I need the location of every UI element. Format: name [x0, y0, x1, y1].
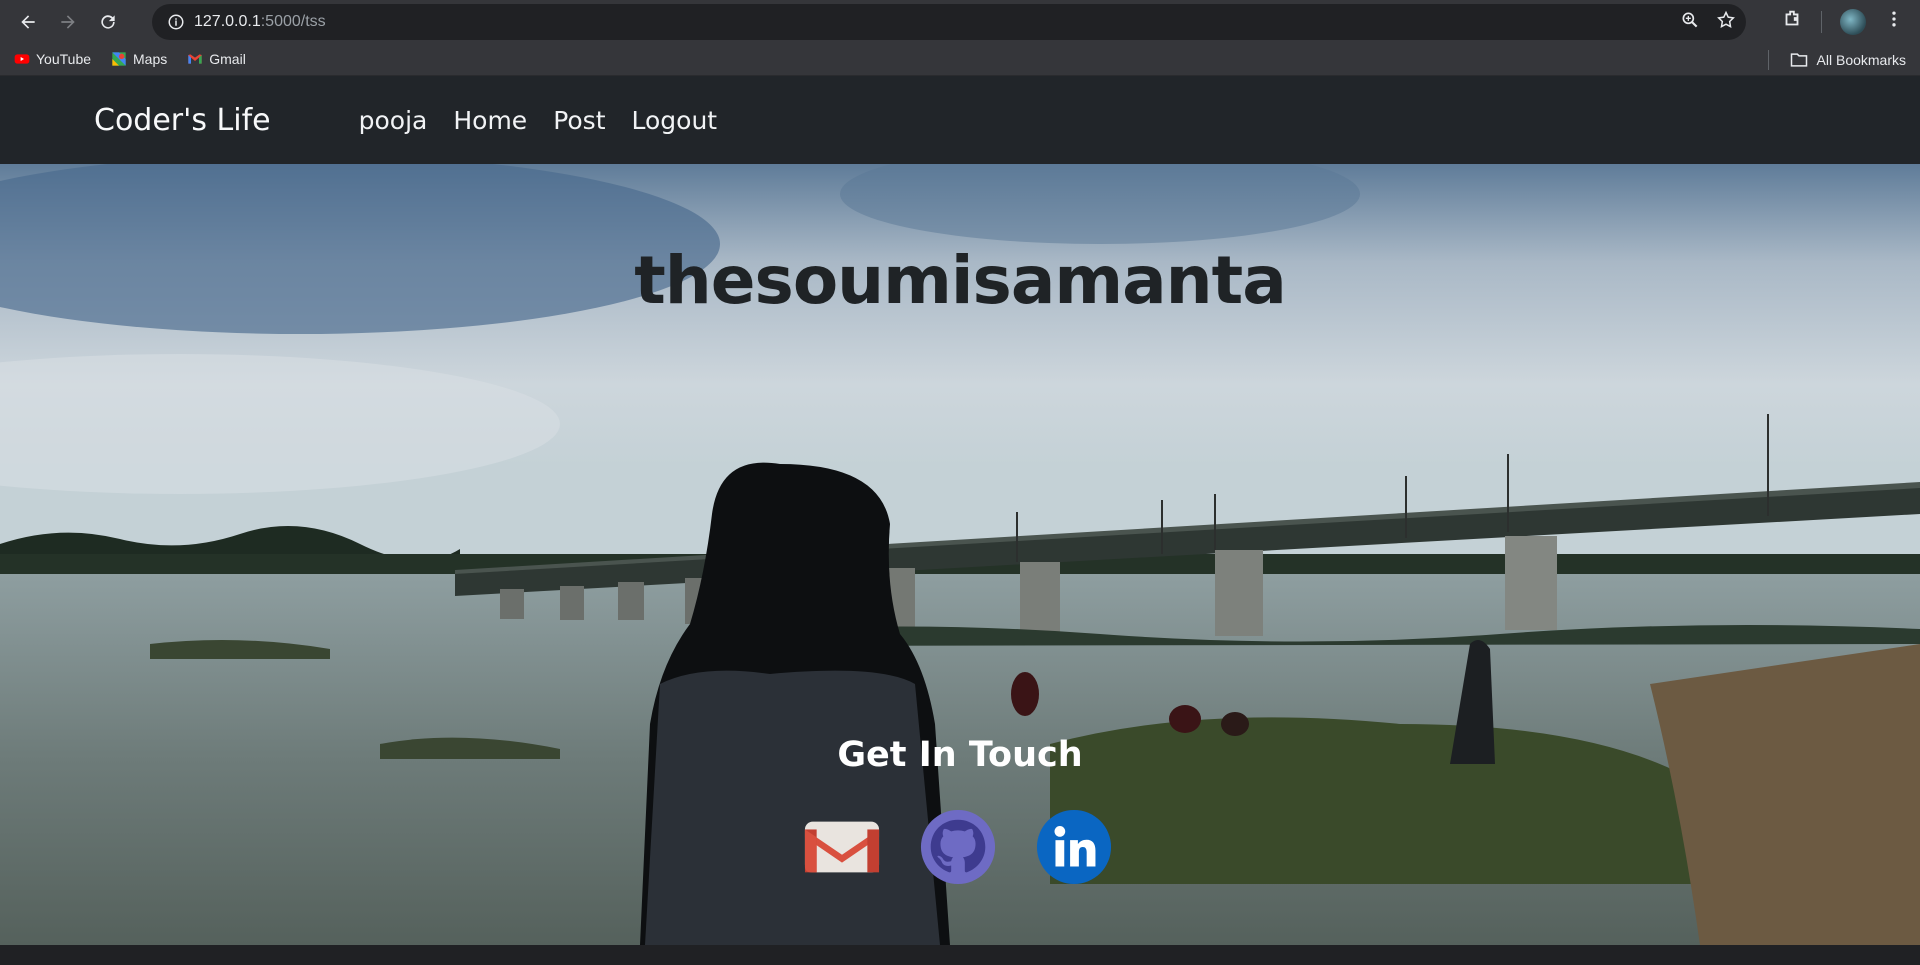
- site-brand[interactable]: Coder's Life: [94, 103, 271, 138]
- folder-icon: [1790, 52, 1807, 67]
- gmail-link[interactable]: [803, 808, 881, 886]
- forward-button[interactable]: [48, 2, 88, 42]
- site-navbar: Coder's Life pooja Home Post Logout: [0, 76, 1920, 164]
- hero-title: thesoumisamanta: [634, 242, 1287, 319]
- github-link[interactable]: [919, 808, 997, 886]
- bookmark-maps[interactable]: Maps: [111, 51, 167, 67]
- bookmark-gmail[interactable]: Gmail: [187, 51, 246, 67]
- site-info-icon[interactable]: [158, 4, 194, 40]
- arrow-left-icon: [21, 14, 35, 29]
- youtube-icon: [14, 54, 30, 64]
- bookmark-star-icon[interactable]: [1716, 10, 1736, 35]
- url-text[interactable]: 127.0.0.1:5000/tss: [194, 13, 326, 31]
- profile-avatar[interactable]: [1840, 8, 1866, 35]
- nav-link-user[interactable]: pooja: [359, 106, 428, 135]
- toolbar-divider: [1821, 10, 1822, 33]
- get-in-touch-heading: Get In Touch: [837, 735, 1083, 775]
- bookmark-label: Maps: [133, 51, 168, 67]
- nav-link-logout[interactable]: Logout: [632, 106, 718, 135]
- linkedin-link[interactable]: [1035, 808, 1113, 886]
- hero-section: thesoumisamanta Get In Touch: [0, 164, 1920, 945]
- reload-icon: [101, 14, 115, 29]
- bookmark-label: YouTube: [36, 51, 92, 67]
- bookmarks-bar: YouTube Maps Gmail All Bookmarks: [0, 43, 1920, 76]
- social-links: [803, 808, 1113, 886]
- address-bar[interactable]: 127.0.0.1:5000/tss: [152, 4, 1746, 40]
- url-host: 127.0.0.1: [194, 13, 261, 30]
- menu-kebab-icon[interactable]: [1884, 9, 1904, 34]
- url-path: :5000/tss: [260, 13, 326, 30]
- all-bookmarks-button[interactable]: All Bookmarks: [1767, 43, 1906, 76]
- linkedin-icon: [1036, 809, 1112, 885]
- extensions-icon[interactable]: [1781, 8, 1803, 35]
- github-icon: [920, 809, 996, 885]
- gmail-icon: [804, 821, 880, 873]
- all-bookmarks-label: All Bookmarks: [1816, 51, 1906, 68]
- back-button[interactable]: [8, 2, 48, 42]
- arrow-right-icon: [61, 14, 75, 29]
- reload-button[interactable]: [88, 2, 128, 42]
- nav-link-home[interactable]: Home: [453, 106, 527, 135]
- zoom-icon[interactable]: [1680, 10, 1700, 35]
- bookmark-label: Gmail: [209, 51, 246, 67]
- bookmarks-divider: [1767, 49, 1769, 70]
- browser-toolbar: 127.0.0.1:5000/tss: [0, 0, 1920, 43]
- gmail-icon: [188, 54, 202, 64]
- nav-link-post[interactable]: Post: [553, 106, 605, 135]
- maps-icon: [112, 52, 126, 66]
- bookmark-youtube[interactable]: YouTube: [14, 51, 91, 67]
